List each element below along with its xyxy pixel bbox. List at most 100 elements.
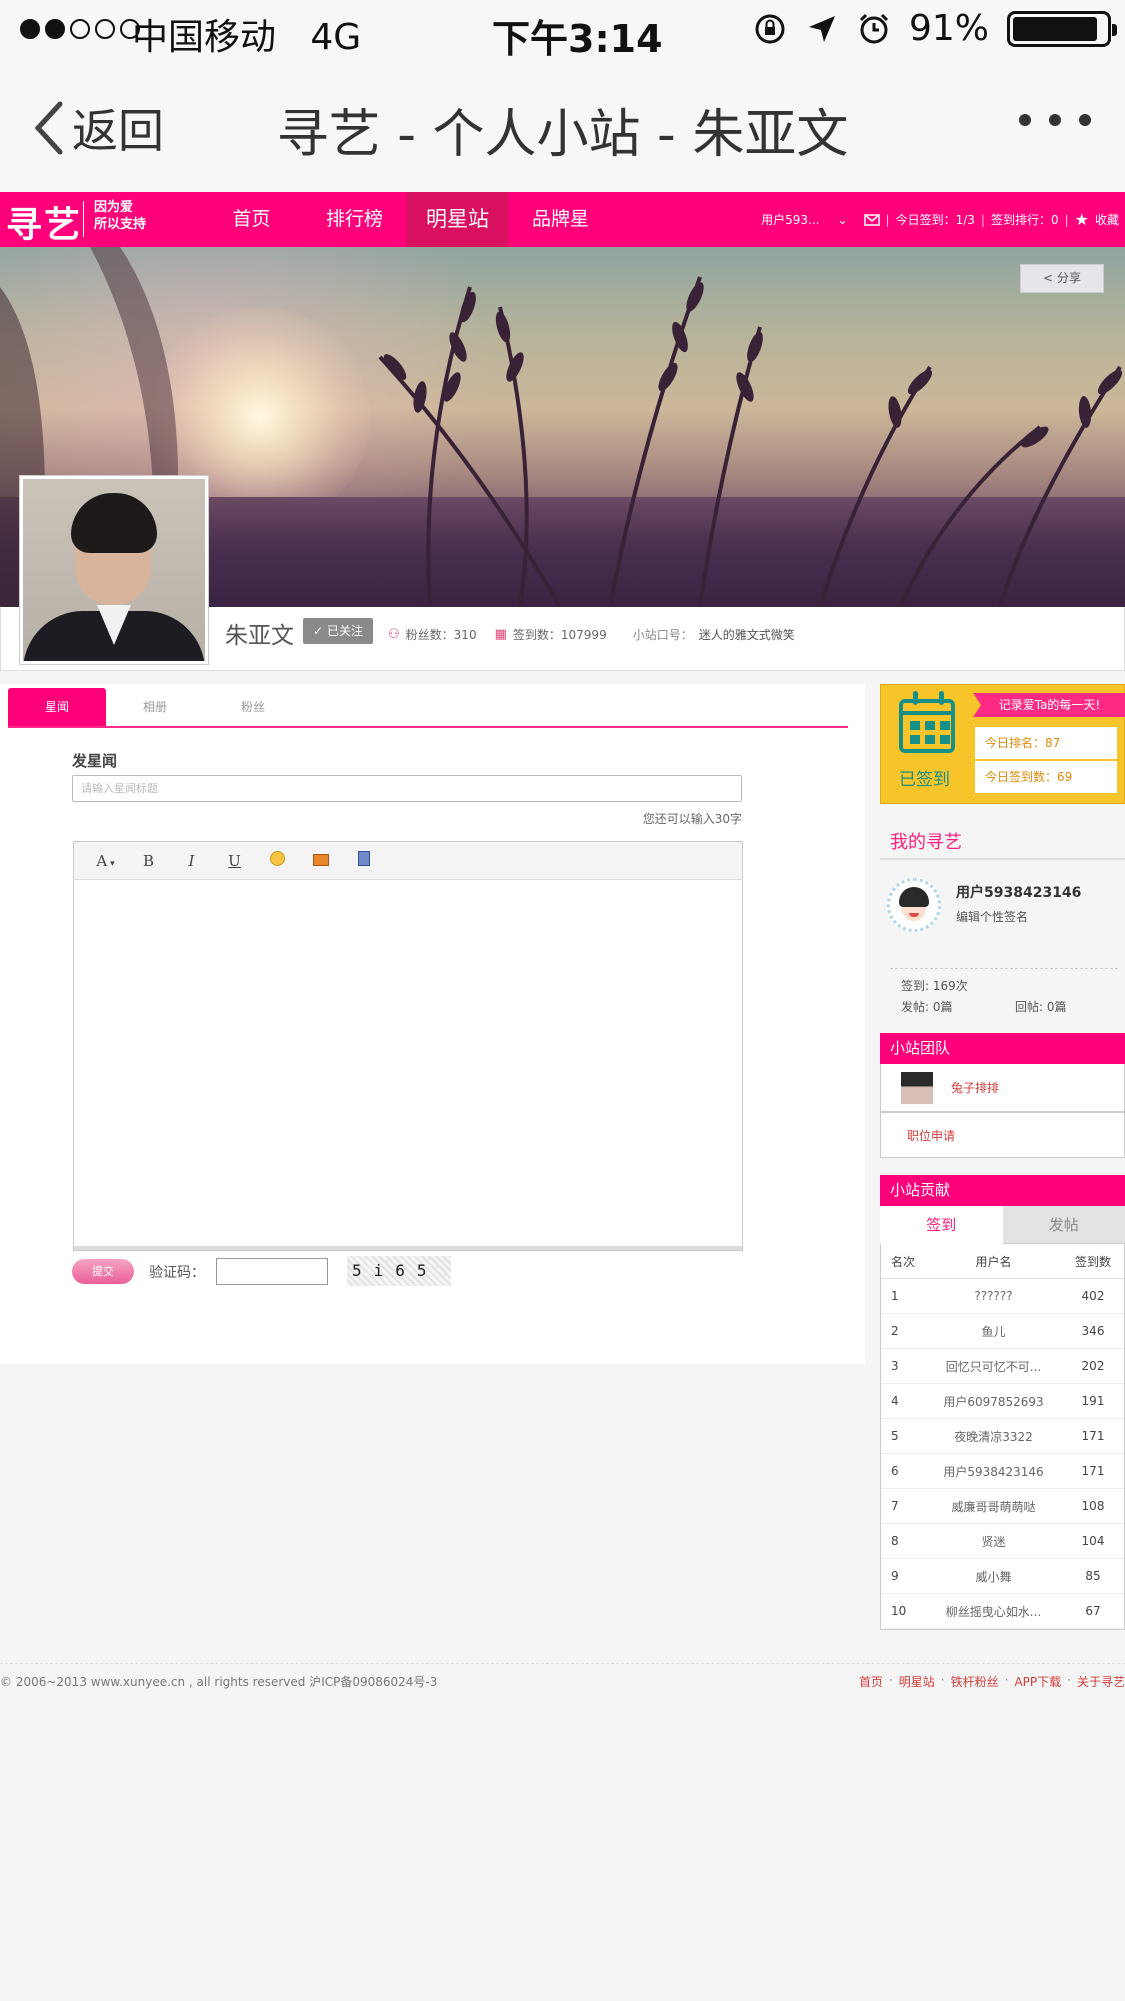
footer-links: 首页 · 明星站 · 铁杆粉丝 · APP下载 · 关于寻艺 (858, 1673, 1125, 1690)
team-member-row[interactable]: 兔子排排 (880, 1064, 1125, 1112)
italic-button[interactable]: I (170, 852, 213, 870)
share-icon: < (1043, 271, 1054, 285)
table-row[interactable]: 4 用户6097852693 191 (881, 1384, 1124, 1419)
favorite-link[interactable]: 收藏 (1095, 211, 1119, 228)
calendar-icon: ▦ (494, 627, 507, 642)
captcha-image[interactable]: 5i65 (347, 1256, 451, 1286)
star-avatar-image (23, 479, 205, 661)
footer-link-star-station[interactable]: 明星站 (899, 1673, 935, 1690)
post-title-input[interactable] (72, 775, 742, 802)
insert-image-button[interactable] (299, 852, 342, 870)
site-logo[interactable]: 寻艺 (6, 196, 82, 248)
menu-item-brand-star[interactable]: 品牌星 (509, 192, 612, 247)
footer-link-about[interactable]: 关于寻艺 (1077, 1673, 1125, 1690)
status-bar: 中国移动 4G 下午3:14 91% (0, 0, 1125, 62)
share-button[interactable]: < 分享 (1020, 264, 1104, 293)
more-dot-icon (1049, 114, 1061, 126)
star-name: 朱亚文 (225, 623, 294, 649)
checkins-count: 107999 (560, 627, 607, 642)
divider: | (980, 212, 985, 227)
member-avatar (901, 1072, 933, 1104)
checkins-label: 签到数： (512, 628, 561, 642)
calendar-icon (899, 691, 955, 753)
table-row[interactable]: 3 回忆只可忆不可... 202 (881, 1349, 1124, 1384)
divider (880, 858, 1125, 860)
tab-news[interactable]: 星闻 (8, 688, 106, 726)
fans-label: 粉丝数： (405, 628, 454, 642)
position-apply-link[interactable]: 职位申请 (907, 1127, 955, 1144)
fans-count: 310 (453, 627, 477, 642)
team-panel-title: 小站团队 (880, 1033, 1125, 1064)
site-slogan: 因为爱 所以支持 (94, 200, 147, 232)
checkin-status: 已签到 (899, 770, 950, 790)
emoji-button[interactable] (256, 851, 299, 870)
logo-divider (83, 201, 84, 237)
user-icon: ⚇ (388, 627, 400, 642)
menu-item-ranking[interactable]: 排行榜 (303, 192, 406, 247)
apply-row: 职位申请 (880, 1112, 1125, 1158)
table-header: 名次 用户名 签到数 (881, 1244, 1124, 1279)
underline-button[interactable]: U (213, 852, 256, 870)
captcha-input[interactable] (216, 1258, 328, 1285)
editor-toolbar: A ▾ B I U (74, 842, 742, 880)
bold-button[interactable]: B (127, 852, 170, 870)
tab-fans[interactable]: 粉丝 (204, 688, 302, 726)
carrier-label: 中国移动 4G (132, 17, 362, 58)
table-row[interactable]: 5 夜晚清凉3322 171 (881, 1419, 1124, 1454)
edit-signature-link[interactable]: 编辑个性签名 (956, 908, 1028, 925)
table-row[interactable]: 6 用户5938423146 171 (881, 1454, 1124, 1489)
contribution-table: 名次 用户名 签到数 1?????? 402 2 鱼儿 346 3 回忆只可忆不可...… (880, 1244, 1125, 1630)
editor-text-area[interactable] (74, 880, 742, 1250)
footer-copyright: © 2006~2013 www.xunyee.cn , all rights r… (0, 1675, 438, 1689)
footer-link-fans[interactable]: 铁杆粉丝 (951, 1673, 999, 1690)
battery-percentage: 91% (908, 8, 989, 49)
insert-video-button[interactable] (342, 851, 385, 870)
chevron-left-icon (34, 101, 63, 155)
table-row[interactable]: 8 贤迷 104 (881, 1524, 1124, 1559)
table-row[interactable]: 2 鱼儿 346 (881, 1314, 1124, 1349)
user-menu[interactable]: 用户593... (761, 211, 819, 228)
back-button[interactable]: 返回 (32, 96, 164, 160)
divider: | (885, 212, 890, 227)
tab-album[interactable]: 相册 (106, 688, 204, 726)
battery-fill (1013, 16, 1097, 41)
my-username[interactable]: 用户5938423146 (956, 882, 1081, 902)
star-avatar[interactable] (19, 475, 209, 665)
my-checkins: 签到: 169次 (901, 979, 968, 993)
star-icon[interactable]: ★ (1075, 210, 1089, 229)
char-remaining-hint: 您还可以输入30字 (642, 812, 742, 826)
checkin-ranking: 签到排行：0 (990, 213, 1059, 227)
menu-item-star-station[interactable]: 明星站 (406, 192, 509, 247)
divider (890, 968, 1118, 969)
chevron-down-icon[interactable]: ⌄ (837, 213, 847, 227)
divider: | (1064, 212, 1069, 227)
user-avatar[interactable] (887, 878, 941, 932)
team-member-name[interactable]: 兔子排排 (951, 1079, 999, 1096)
menu-item-home[interactable]: 首页 (200, 192, 303, 247)
tab-checkin[interactable]: 签到 (880, 1206, 1003, 1244)
footer-link-app-download[interactable]: APP下载 (1014, 1673, 1061, 1690)
mail-icon[interactable] (863, 213, 880, 226)
main-menu: 首页 排行榜 明星站 品牌星 (200, 192, 612, 247)
submit-button[interactable]: 提交 (72, 1259, 134, 1284)
battery-icon (1007, 10, 1117, 47)
table-row[interactable]: 9 威小舞 85 (881, 1559, 1124, 1594)
rotation-lock-icon (755, 14, 785, 43)
table-row[interactable]: 7 威廉哥哥萌萌哒 108 (881, 1489, 1124, 1524)
follow-button[interactable]: ✓ 已关注 (303, 618, 373, 644)
today-checkin-count: 今日签到：1/3 (895, 213, 975, 227)
status-icons: 91% (753, 8, 1117, 49)
back-label: 返回 (72, 104, 164, 158)
image-icon (312, 853, 329, 866)
tab-posts[interactable]: 发帖 (1002, 1206, 1125, 1244)
alarm-icon (859, 13, 889, 43)
slogan-label: 小站口号： (632, 628, 693, 642)
footer-link-home[interactable]: 首页 (859, 1673, 883, 1690)
table-row[interactable]: 1?????? 402 (881, 1279, 1124, 1314)
header-user-area: 用户593... ⌄ | 今日签到：1/3 | 签到排行：0 | ★ 收藏 (761, 192, 1119, 247)
font-button[interactable]: A ▾ (84, 852, 127, 870)
checkin-ribbon: 记录爱Ta的每一天! (973, 693, 1125, 717)
more-menu-button[interactable] (1019, 114, 1091, 126)
table-row[interactable]: 10 柳丝摇曳心如水... 67 (881, 1594, 1124, 1629)
checkin-card: 已签到 记录爱Ta的每一天! 今日排名：87 今日签到数：69 (880, 684, 1125, 804)
